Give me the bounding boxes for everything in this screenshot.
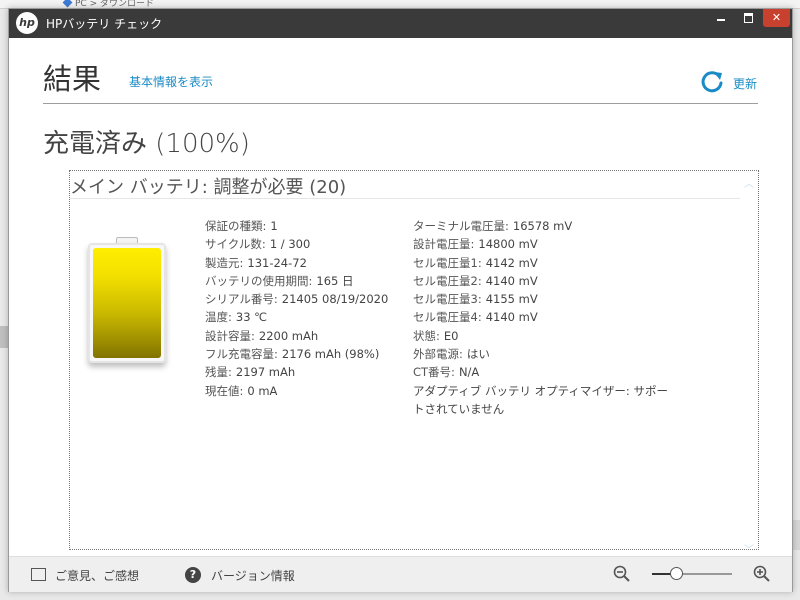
info-row-design-voltage: 設計電圧量: 14800 mV bbox=[413, 235, 673, 253]
info-label: セル電圧量1: bbox=[413, 255, 482, 270]
zoom-out-icon bbox=[613, 565, 630, 582]
minimize-button[interactable] bbox=[712, 9, 730, 27]
info-value: E0 bbox=[443, 328, 459, 343]
info-label: 残量: bbox=[205, 365, 232, 380]
info-label: シリアル番号: bbox=[205, 292, 278, 307]
charge-status: 充電済み (100%) bbox=[43, 129, 250, 159]
info-value: 21405 08/19/2020 bbox=[281, 292, 389, 307]
battery-charge-fill bbox=[93, 248, 161, 358]
battery-panel: メイン バッテリ: 調整が必要 (20) ︿ ﹀ 保証の種類: 1 サイクル数: 1… bbox=[69, 170, 759, 556]
scroll-up-chevron-icon[interactable]: ︿ bbox=[742, 175, 756, 190]
hp-logo-icon: hp bbox=[16, 12, 38, 34]
info-label: セル電圧量4: bbox=[413, 310, 482, 325]
info-row-current: 現在値: 0 mA bbox=[205, 382, 415, 400]
info-row-serial: シリアル番号: 21405 08/19/2020 bbox=[205, 290, 415, 308]
app-title: HPバッテリ チェック bbox=[46, 17, 163, 31]
info-row-warranty: 保証の種類: 1 bbox=[205, 217, 415, 235]
info-row-remaining: 残量: 2197 mAh bbox=[205, 363, 415, 381]
feedback-label: ご意見、ご感想 bbox=[55, 569, 140, 583]
info-row-age: バッテリの使用期間: 165 日 bbox=[205, 272, 415, 290]
info-label: セル電圧量2: bbox=[413, 273, 482, 288]
info-value: 2200 mAh bbox=[258, 328, 319, 343]
info-value: 1 bbox=[270, 219, 278, 233]
info-label: フル充電容量: bbox=[205, 347, 278, 362]
info-value: 4142 mV bbox=[485, 255, 538, 270]
info-row-cell-voltage-1: セル電圧量1: 4142 mV bbox=[413, 254, 673, 272]
info-value: 16578 mV bbox=[512, 219, 573, 233]
info-label: 設計容量: bbox=[205, 328, 255, 343]
info-value: はい bbox=[466, 347, 490, 362]
battery-info-right: ターミナル電圧量: 16578 mV 設計電圧量: 14800 mV セル電圧量1:… bbox=[413, 217, 673, 418]
info-row-design-capacity: 設計容量: 2200 mAh bbox=[205, 327, 415, 345]
info-row-cell-voltage-2: セル電圧量2: 4140 mV bbox=[413, 272, 673, 290]
info-value: 165 日 bbox=[316, 273, 354, 288]
panel-divider bbox=[70, 198, 740, 199]
info-label: サイクル数: bbox=[205, 237, 266, 252]
info-row-state: 状態: E0 bbox=[413, 327, 673, 345]
info-row-ct-number: CT番号: N/A bbox=[413, 363, 673, 381]
zoom-in-button[interactable] bbox=[753, 565, 771, 586]
scroll-down-chevron-icon[interactable]: ﹀ bbox=[742, 541, 756, 556]
info-label: CT番号: bbox=[413, 365, 455, 380]
info-value: N/A bbox=[458, 365, 480, 380]
maximize-icon bbox=[743, 13, 753, 23]
info-value: 4155 mV bbox=[485, 292, 538, 307]
battery-info-left: 保証の種類: 1 サイクル数: 1 / 300 製造元: 131-24-72 バッテリ… bbox=[205, 217, 415, 400]
footer-bar: ご意見、ご感想 ? バージョン情報 bbox=[9, 556, 792, 592]
info-row-cycles: サイクル数: 1 / 300 bbox=[205, 235, 415, 253]
help-question-icon: ? bbox=[185, 567, 201, 583]
battery-body bbox=[88, 243, 166, 363]
header-divider bbox=[43, 103, 758, 104]
info-label: 現在値: bbox=[205, 383, 244, 398]
zoom-out-button[interactable] bbox=[613, 565, 631, 586]
pc-icon bbox=[62, 0, 73, 8]
info-label: セル電圧量3: bbox=[413, 292, 482, 307]
refresh-label: 更新 bbox=[733, 77, 758, 91]
info-value: 2197 mAh bbox=[235, 365, 296, 380]
info-value: 33 ℃ bbox=[235, 310, 268, 325]
info-label: ターミナル電圧量: bbox=[413, 219, 509, 233]
info-label: 製造元: bbox=[205, 255, 244, 270]
title-bar[interactable]: hp HPバッテリ チェック ✕ bbox=[9, 9, 792, 38]
background-window-edge bbox=[0, 326, 8, 348]
info-value: 4140 mV bbox=[485, 310, 538, 325]
info-label: 外部電源: bbox=[413, 347, 463, 362]
zoom-in-icon bbox=[753, 565, 770, 582]
info-label: 温度: bbox=[205, 310, 232, 325]
page-title: 結果 bbox=[43, 62, 102, 96]
battery-icon bbox=[88, 237, 166, 369]
info-value: 2176 mAh (98%) bbox=[281, 347, 380, 362]
zoom-slider[interactable] bbox=[652, 567, 732, 580]
maximize-button[interactable] bbox=[739, 9, 757, 27]
minimize-icon bbox=[717, 19, 725, 21]
info-row-temperature: 温度: 33 ℃ bbox=[205, 308, 415, 326]
info-row-external-power: 外部電源: はい bbox=[413, 345, 673, 363]
refresh-icon bbox=[701, 71, 723, 93]
info-row-manufacturer: 製造元: 131-24-72 bbox=[205, 254, 415, 272]
info-row-cell-voltage-3: セル電圧量3: 4155 mV bbox=[413, 290, 673, 308]
app-window: hp HPバッテリ チェック ✕ 結果 基本情報を表示 更新 充電済み (100… bbox=[8, 8, 793, 592]
info-label: 設計電圧量: bbox=[413, 237, 475, 252]
close-button[interactable]: ✕ bbox=[763, 9, 790, 27]
info-value: 131-24-72 bbox=[247, 255, 307, 270]
info-label: 状態: bbox=[413, 328, 440, 343]
basic-info-link[interactable]: 基本情報を表示 bbox=[129, 73, 213, 90]
info-value: 1 / 300 bbox=[269, 237, 311, 252]
info-value: 14800 mV bbox=[478, 237, 538, 252]
version-label: バージョン情報 bbox=[211, 569, 295, 583]
zoom-slider-thumb[interactable] bbox=[670, 567, 683, 580]
info-row-full-charge-capacity: フル充電容量: 2176 mAh (98%) bbox=[205, 345, 415, 363]
battery-panel-title: メイン バッテリ: 調整が必要 (20) bbox=[70, 177, 347, 198]
info-row-cell-voltage-4: セル電圧量4: 4140 mV bbox=[413, 308, 673, 326]
info-value: 0 mA bbox=[247, 383, 278, 398]
info-row-optimizer: アダプティブ バッテリ オプティマイザー: サポートされていません bbox=[413, 383, 668, 416]
info-value: 4140 mV bbox=[485, 273, 538, 288]
feedback-edit-icon bbox=[31, 568, 46, 581]
info-label: バッテリの使用期間: bbox=[205, 273, 313, 288]
info-label: 保証の種類: bbox=[205, 219, 267, 233]
info-row-terminal-voltage: ターミナル電圧量: 16578 mV bbox=[413, 217, 673, 235]
